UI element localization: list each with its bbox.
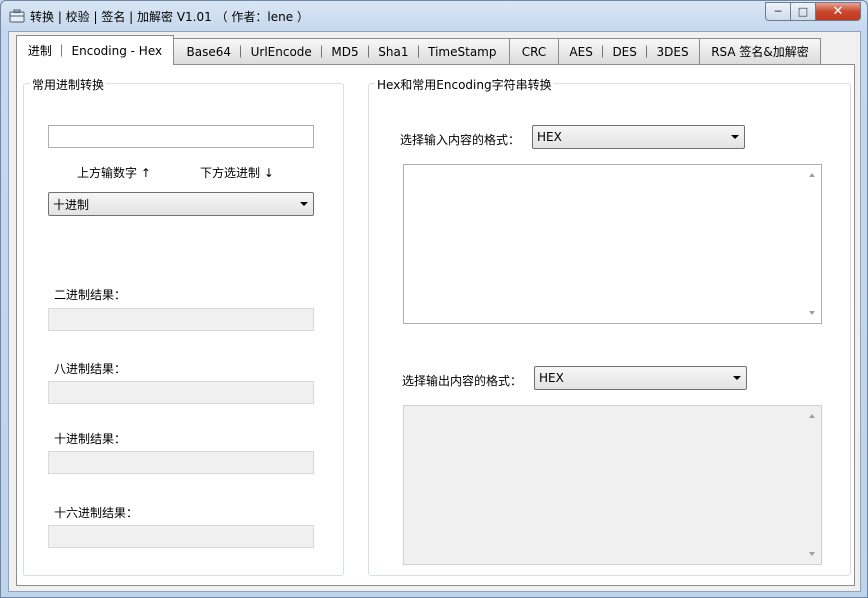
chevron-down-icon (731, 135, 739, 139)
tab-base64-urlencode-md5-sha1-timestamp[interactable]: Base64 ｜ UrlEncode ｜ MD5 ｜ Sha1 ｜ TimeSt… (173, 38, 510, 64)
output-scrollbar[interactable] (804, 406, 821, 564)
window-title: 转换 | 校验 | 签名 | 加解密 V1.01 （ 作者：lene ） (30, 10, 309, 24)
output-format-label: 选择输出内容的格式： (402, 374, 523, 388)
window-controls: ─ □ ✕ (765, 2, 861, 21)
tab-label: RSA 签名&加解密 (711, 45, 809, 59)
hex-result-field[interactable] (48, 525, 314, 548)
chevron-down-icon (300, 202, 308, 206)
binary-result-label: 二进制结果： (54, 288, 127, 302)
radix-conversion-group: 常用进制转换 上方输数字 ↑ 下方选进制 ↓ 十进制 二进制结果： 八进制结果：… (23, 76, 344, 576)
briefcase-icon (9, 9, 25, 23)
output-textarea[interactable] (403, 405, 822, 565)
hex-result-label: 十六进制结果： (54, 506, 139, 520)
group-title: Hex和常用Encoding字符串转换 (375, 76, 554, 93)
base-select-value: 十进制 (53, 197, 90, 212)
output-format-value: HEX (539, 371, 564, 385)
output-format-select[interactable]: HEX (534, 366, 747, 390)
decimal-result-label: 十进制结果： (54, 432, 127, 446)
chevron-down-icon (733, 376, 741, 380)
tab-label: Base64 ｜ UrlEncode ｜ MD5 ｜ Sha1 ｜ TimeSt… (186, 45, 497, 59)
binary-result-field[interactable] (48, 308, 314, 331)
group-title: 常用进制转换 (30, 76, 107, 93)
maximize-button[interactable]: □ (791, 2, 816, 21)
maximize-icon: □ (797, 5, 809, 18)
input-format-label: 选择输入内容的格式： (400, 133, 521, 147)
scroll-up-icon[interactable] (809, 414, 815, 418)
tab-label: CRC (521, 44, 547, 59)
minimize-icon: ─ (774, 5, 782, 18)
minimize-button[interactable]: ─ (765, 2, 791, 21)
scroll-up-icon[interactable] (809, 173, 815, 177)
octal-result-field[interactable] (48, 381, 314, 404)
input-format-select[interactable]: HEX (532, 125, 745, 149)
tab-page-radix-encoding: 常用进制转换 上方输数字 ↑ 下方选进制 ↓ 十进制 二进制结果： 八进制结果：… (16, 64, 855, 586)
tab-radix-encoding-hex[interactable]: 进制 ｜ Encoding - Hex (16, 35, 174, 65)
hex-encoding-group: Hex和常用Encoding字符串转换 选择输入内容的格式： HEX 选择输出内… (368, 76, 851, 576)
tab-aes-des-3des[interactable]: AES ｜ DES ｜ 3DES (558, 38, 700, 64)
hint-select-base: 下方选进制 ↓ (200, 166, 274, 180)
app-window: 转换 | 校验 | 签名 | 加解密 V1.01 （ 作者：lene ） ─ □… (0, 0, 868, 598)
hint-enter-number: 上方输数字 ↑ (77, 166, 151, 180)
tab-label: AES ｜ DES ｜ 3DES (569, 45, 689, 59)
scroll-down-icon[interactable] (809, 552, 815, 556)
input-scrollbar[interactable] (804, 165, 821, 323)
number-input[interactable] (48, 125, 314, 148)
close-icon: ✕ (832, 4, 844, 19)
decimal-result-field[interactable] (48, 451, 314, 474)
octal-result-label: 八进制结果： (54, 362, 127, 376)
input-format-value: HEX (537, 130, 562, 144)
input-textarea[interactable] (403, 164, 822, 324)
client-area: 进制 ｜ Encoding - Hex Base64 ｜ UrlEncode ｜… (8, 31, 861, 592)
title-bar[interactable]: 转换 | 校验 | 签名 | 加解密 V1.01 （ 作者：lene ） ─ □… (1, 1, 867, 31)
tab-rsa[interactable]: RSA 签名&加解密 (699, 38, 821, 64)
tab-crc[interactable]: CRC (509, 38, 559, 64)
base-select[interactable]: 十进制 (48, 192, 314, 216)
tab-label: 进制 ｜ Encoding - Hex (27, 44, 163, 58)
close-button[interactable]: ✕ (816, 2, 861, 21)
scroll-down-icon[interactable] (809, 311, 815, 315)
